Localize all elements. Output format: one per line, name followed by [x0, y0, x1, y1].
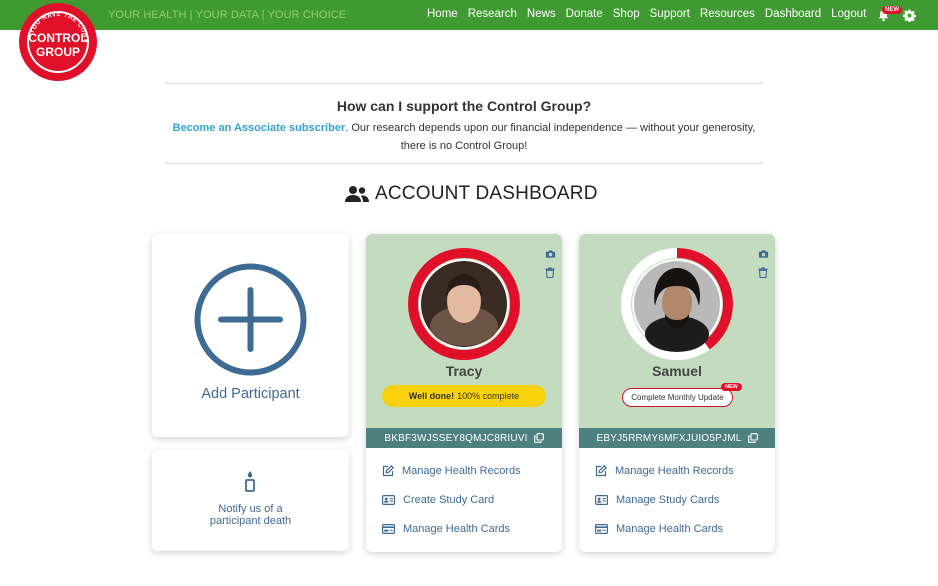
edit-icon [595, 464, 607, 476]
new-badge: NEW [882, 6, 902, 14]
manage-health-cards-link[interactable]: Manage Health Cards [366, 514, 562, 543]
main-nav: Home Research News Donate Shop Support R… [427, 8, 876, 20]
participant-name: Samuel [652, 363, 702, 379]
participant-code: EBYJ5RRMY6MFXJUIO5PJML [596, 432, 742, 444]
candle-icon [245, 471, 255, 492]
id-card-icon [595, 494, 608, 505]
svg-text:CONTROL: CONTROL [28, 31, 87, 45]
link-label: Manage Health Records [615, 464, 734, 477]
nav-research[interactable]: Research [468, 8, 517, 20]
progress-ring [408, 248, 520, 360]
participant-code: BKBF3WJSSEY8QMJC8RIUVI [384, 432, 528, 444]
nav-logout[interactable]: Logout [831, 8, 866, 20]
manage-health-cards-link[interactable]: Manage Health Cards [579, 514, 775, 543]
manage-study-cards-link[interactable]: Manage Study Cards [579, 485, 775, 514]
plus-circle-icon [194, 263, 307, 376]
participant-card-header: Samuel Complete Monthly Update NEW [579, 234, 775, 428]
camera-icon[interactable] [758, 249, 769, 259]
edit-icon [382, 464, 394, 476]
avatar[interactable] [634, 261, 720, 352]
nav-dashboard[interactable]: Dashboard [765, 8, 821, 20]
copy-icon[interactable] [533, 433, 544, 443]
nav-donate[interactable]: Donate [566, 8, 603, 20]
trash-icon[interactable] [545, 267, 555, 278]
participant-code-bar: EBYJ5RRMY6MFXJUIO5PJML [579, 428, 775, 448]
health-card-icon [595, 523, 608, 534]
control-group-logo[interactable]: YOU HAVE THE CONTROL CONTROL GROUP [18, 2, 98, 82]
nav-home[interactable]: Home [427, 8, 458, 20]
status-badge: Well done! 100% complete [382, 385, 546, 407]
participant-code-bar: BKBF3WJSSEY8QMJC8RIUVI [366, 428, 562, 448]
link-label: Manage Health Cards [403, 522, 511, 535]
notify-death-label-line2: participant death [209, 515, 292, 527]
top-bar: YOUR HEALTH | YOUR DATA | YOUR CHOICE Ho… [0, 0, 938, 30]
manage-health-records-link[interactable]: Manage Health Records [366, 456, 562, 485]
new-badge: NEW [721, 383, 742, 391]
support-body: . Our research depends upon our financia… [345, 122, 756, 152]
link-label: Manage Health Records [402, 464, 521, 477]
nav-support[interactable]: Support [650, 8, 690, 20]
users-icon [345, 186, 369, 202]
nav-shop[interactable]: Shop [613, 8, 640, 20]
trash-icon[interactable] [758, 267, 768, 278]
participant-card: Tracy Well done! 100% complete BKBF3WJSS… [366, 234, 562, 552]
svg-text:GROUP: GROUP [36, 45, 80, 59]
status-text: 100% complete [457, 391, 520, 401]
nav-resources[interactable]: Resources [700, 8, 755, 20]
link-label: Manage Health Cards [616, 522, 724, 535]
nav-news[interactable]: News [527, 8, 556, 20]
notify-death-card[interactable]: Notify us of a participant death [152, 450, 349, 551]
status-strong: Well done! [408, 391, 455, 401]
copy-icon[interactable] [747, 433, 758, 443]
participant-actions: Manage Health Records Create Study Card … [366, 448, 562, 543]
camera-icon[interactable] [545, 249, 556, 259]
link-label: Manage Study Cards [616, 493, 720, 506]
divider-bottom [165, 163, 763, 164]
notify-death-label: Notify us of a participant death [152, 503, 349, 527]
dashboard-heading: ACCOUNT DASHBOARD [345, 183, 598, 205]
notify-death-label-line1: Notify us of a [218, 503, 283, 515]
associate-subscriber-link[interactable]: Become an Associate subscriber [173, 122, 346, 134]
participant-card: Samuel Complete Monthly Update NEW EBYJ5… [579, 234, 775, 552]
create-study-card-link[interactable]: Create Study Card [366, 485, 562, 514]
status-text: Complete Monthly Update [631, 393, 724, 402]
participant-actions: Manage Health Records Manage Study Cards… [579, 448, 775, 543]
support-text: Become an Associate subscriber. Our rese… [170, 119, 758, 155]
progress-ring [621, 248, 733, 360]
dashboard-title: ACCOUNT DASHBOARD [375, 183, 598, 204]
complete-monthly-update-button[interactable]: Complete Monthly Update [622, 388, 733, 407]
divider-top [165, 83, 763, 84]
support-title: How can I support the Control Group? [336, 98, 592, 114]
participant-card-header: Tracy Well done! 100% complete [366, 234, 562, 428]
tagline: YOUR HEALTH | YOUR DATA | YOUR CHOICE [108, 9, 347, 21]
add-participant-label: Add Participant [201, 386, 300, 402]
health-card-icon [382, 523, 395, 534]
manage-health-records-link[interactable]: Manage Health Records [579, 456, 775, 485]
participant-name: Tracy [445, 363, 483, 379]
add-participant-card[interactable]: Add Participant [152, 234, 349, 437]
gear-icon[interactable] [903, 9, 916, 22]
link-label: Create Study Card [403, 493, 495, 506]
avatar[interactable] [421, 261, 507, 347]
id-card-icon [382, 494, 395, 505]
